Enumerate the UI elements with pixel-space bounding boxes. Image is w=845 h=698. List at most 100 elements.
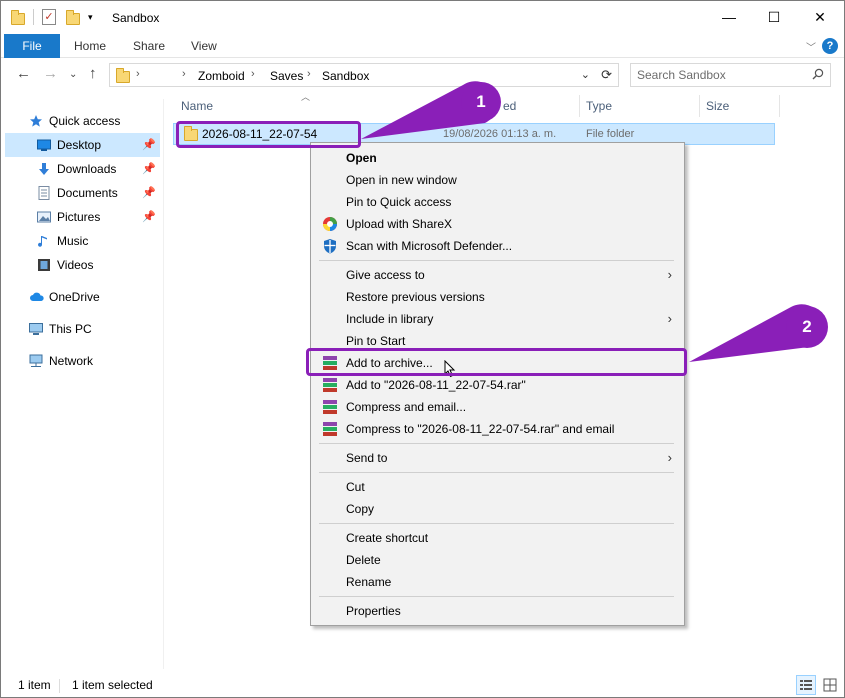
menu-item-give-access[interactable]: Give access to › (313, 264, 682, 286)
column-name[interactable]: Name (181, 99, 213, 113)
details-view-button[interactable] (796, 675, 816, 695)
menu-item-open[interactable]: Open (313, 147, 682, 169)
music-icon (38, 236, 47, 247)
menu-item-restore-versions[interactable]: Restore previous versions (313, 286, 682, 308)
sidebar-item-label: Downloads (57, 162, 117, 176)
document-icon (38, 186, 50, 200)
annotation-number-2: 2 (802, 317, 812, 336)
forward-button[interactable]: → (43, 65, 58, 82)
network-icon (29, 354, 43, 367)
sidebar-item-onedrive[interactable]: OneDrive (5, 285, 160, 309)
properties-icon[interactable]: ✓ (42, 9, 56, 25)
chevron-down-icon[interactable]: ⌄ (581, 68, 590, 81)
menu-item-include-library[interactable]: Include in library › (313, 308, 682, 330)
back-button[interactable]: ← (16, 65, 31, 82)
tab-share[interactable]: Share (133, 34, 165, 58)
chevron-right-icon[interactable]: › (136, 68, 140, 80)
navigation-bar: ← → ⌄ ↑ › › Zomboid › Saves › Sandbox ⌄ … (1, 59, 844, 91)
sidebar-item-pictures[interactable]: Pictures 📌 (5, 205, 160, 229)
explorer-window: ✓ ▾ Sandbox — ☐ ✕ File Home Share View ﹀… (0, 0, 845, 698)
menu-item-label: Copy (346, 502, 375, 516)
menu-item-cut[interactable]: Cut (313, 476, 682, 498)
column-size[interactable]: Size (706, 99, 729, 113)
breadcrumb-sandbox[interactable]: Sandbox (322, 69, 369, 83)
menu-item-scan-defender[interactable]: Scan with Microsoft Defender... (313, 235, 682, 257)
sidebar-item-label: Pictures (57, 210, 101, 224)
column-date-modified[interactable]: ed (503, 99, 516, 113)
expand-ribbon-icon[interactable]: ﹀ (806, 39, 816, 54)
defender-icon (324, 239, 336, 254)
maximize-button[interactable]: ☐ (751, 1, 797, 34)
menu-item-delete[interactable]: Delete (313, 549, 682, 571)
sidebar-item-videos[interactable]: Videos (5, 253, 160, 277)
sidebar-item-label: Music (57, 234, 89, 248)
ribbon: File Home Share View ﹀ ? (1, 34, 844, 58)
chevron-right-icon[interactable]: › (182, 68, 186, 80)
menu-item-upload-sharex[interactable]: Upload with ShareX (313, 213, 682, 235)
chevron-right-icon: › (667, 267, 672, 282)
sidebar-item-downloads[interactable]: Downloads 📌 (5, 157, 160, 181)
customize-toolbar-icon[interactable]: ▾ (88, 12, 93, 23)
tab-view[interactable]: View (191, 34, 217, 58)
chevron-right-icon[interactable]: › (307, 68, 311, 80)
sidebar-item-label: Documents (57, 186, 118, 200)
tab-home[interactable]: Home (74, 34, 106, 58)
column-headers: ︿ Name ed Type Size (173, 92, 833, 117)
column-type[interactable]: Type (586, 99, 612, 113)
menu-item-label: Compress and email... (346, 400, 467, 414)
recent-locations-icon[interactable]: ⌄ (69, 69, 77, 80)
menu-item-label: Cut (346, 480, 365, 494)
sidebar-item-network[interactable]: Network (5, 349, 160, 373)
new-folder-icon[interactable] (66, 9, 80, 25)
pin-icon[interactable]: 📌 (142, 181, 156, 205)
help-icon[interactable]: ? (822, 38, 838, 54)
search-input[interactable] (637, 68, 807, 82)
column-resize-handle[interactable] (779, 95, 780, 117)
up-button[interactable]: ↑ (89, 65, 97, 82)
column-resize-handle[interactable] (579, 95, 580, 117)
chevron-right-icon: › (667, 450, 672, 465)
search-icon[interactable] (812, 68, 824, 80)
menu-item-copy[interactable]: Copy (313, 498, 682, 520)
item-count: 1 item (18, 678, 51, 692)
chevron-right-icon: › (667, 311, 672, 326)
sidebar-item-label: Desktop (57, 138, 102, 152)
search-box[interactable] (630, 63, 831, 87)
menu-item-compress-to-rar-email[interactable]: Compress to "2026-08-11_22-07-54.rar" an… (313, 418, 682, 440)
menu-item-rename[interactable]: Rename (313, 571, 682, 593)
sidebar-item-documents[interactable]: Documents 📌 (5, 181, 160, 205)
chevron-right-icon[interactable]: › (251, 68, 255, 80)
menu-item-open-new-window[interactable]: Open in new window (313, 169, 682, 191)
close-button[interactable]: ✕ (797, 1, 843, 34)
pin-icon[interactable]: 📌 (142, 157, 156, 181)
menu-item-add-to-rar[interactable]: Add to "2026-08-11_22-07-54.rar" (313, 374, 682, 396)
sidebar-item-music[interactable]: Music (5, 229, 160, 253)
menu-item-label: Delete (346, 553, 381, 567)
menu-separator (319, 523, 674, 524)
menu-item-properties[interactable]: Properties (313, 600, 682, 622)
menu-item-send-to[interactable]: Send to › (313, 447, 682, 469)
menu-item-compress-email[interactable]: Compress and email... (313, 396, 682, 418)
column-resize-handle[interactable] (699, 95, 700, 117)
title-bar: ✓ ▾ Sandbox — ☐ ✕ (1, 1, 844, 34)
desktop-icon (37, 139, 51, 151)
sidebar-item-desktop[interactable]: Desktop 📌 (5, 133, 160, 157)
file-type: File folder (586, 128, 635, 140)
quick-access-toolbar: ✓ ▾ (11, 9, 93, 25)
menu-item-pin-quick-access[interactable]: Pin to Quick access (313, 191, 682, 213)
breadcrumb-saves[interactable]: Saves (270, 69, 303, 83)
pin-icon[interactable]: 📌 (142, 133, 156, 157)
refresh-icon[interactable]: ⟳ (601, 67, 612, 83)
highlight-box-1 (176, 121, 361, 148)
minimize-button[interactable]: — (706, 1, 752, 34)
address-bar[interactable]: › › Zomboid › Saves › Sandbox ⌄ ⟳ (109, 63, 619, 87)
large-icons-view-button[interactable] (820, 675, 840, 695)
pin-icon[interactable]: 📌 (142, 205, 156, 229)
breadcrumb-zomboid[interactable]: Zomboid (198, 69, 245, 83)
annotation-number-1: 1 (476, 92, 486, 111)
tab-file[interactable]: File (4, 34, 60, 58)
pane-divider[interactable] (163, 99, 164, 669)
sidebar-item-quick-access[interactable]: Quick access (5, 109, 160, 133)
sidebar-item-this-pc[interactable]: This PC (5, 317, 160, 341)
menu-item-create-shortcut[interactable]: Create shortcut (313, 527, 682, 549)
